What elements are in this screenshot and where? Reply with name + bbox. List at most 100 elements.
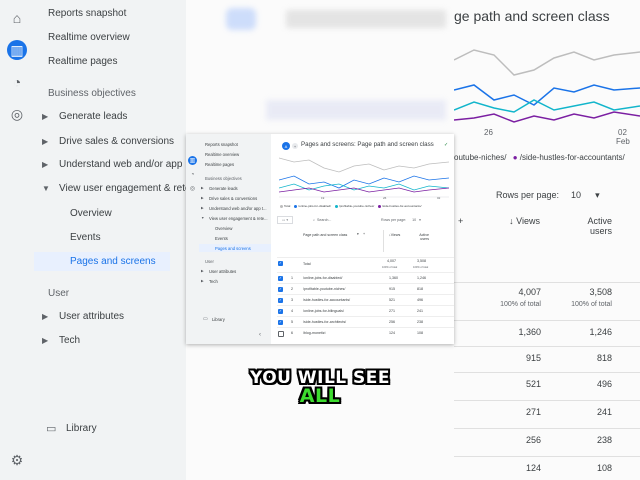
nav-item-reports-snapshot[interactable]: Reports snapshot xyxy=(48,8,126,19)
dropdown-arrow-icon: ▾ xyxy=(595,190,600,200)
nav-item-drive-sales[interactable]: Drive sales & conversions xyxy=(209,196,257,201)
table-row: 256 238 xyxy=(454,428,640,453)
chevron-down-icon: ▼ xyxy=(42,184,50,193)
search-box[interactable]: ⌕ Search... xyxy=(313,216,331,224)
home-icon[interactable]: ⌂ xyxy=(7,8,27,28)
page-title: Pages and screens: Page path and screen … xyxy=(301,141,434,148)
nav-sub-events[interactable]: Events xyxy=(70,232,101,243)
folder-icon: ▭ xyxy=(46,423,57,435)
avatar[interactable]: A xyxy=(282,142,290,150)
caption-line-2: ALL xyxy=(299,385,341,407)
nav-item-drive-sales[interactable]: Drive sales & conversions xyxy=(59,136,174,147)
background-legend: outube-niches/ ● /side-hustles-for-accou… xyxy=(454,153,625,162)
nav-item-tech[interactable]: Tech xyxy=(59,335,80,346)
background-total-row: 4,007 3,508 100% of total 100% of total xyxy=(454,282,640,317)
nav-sub-events[interactable]: Events xyxy=(215,236,228,241)
explore-icon[interactable]: ◔ xyxy=(7,72,27,92)
nav-item-realtime-pages[interactable]: Realtime pages xyxy=(205,162,234,167)
explore-icon[interactable]: ◔ xyxy=(188,170,197,179)
table-row[interactable]: 6 /blog-monetizi 124 108 xyxy=(277,327,454,339)
chevron-right-icon: ▶ xyxy=(42,137,49,146)
gear-icon[interactable]: ⚙ xyxy=(7,450,27,470)
nav-sub-pages-and-screens[interactable]: Pages and screens xyxy=(199,244,271,252)
reports-icon[interactable]: ▥ xyxy=(188,156,197,165)
analytics-window: ▥ ◔ ◎ Reports snapshot Realtime overview… xyxy=(186,134,454,344)
rows-per-page[interactable]: Rows per page: 10 ▾ xyxy=(381,216,421,224)
add-column-icon[interactable]: + xyxy=(363,232,365,236)
column-active-users[interactable]: Active users xyxy=(566,216,612,236)
axis-tick: 26 xyxy=(484,128,493,137)
nav-item-user-engagement[interactable]: View user engagement & rete... xyxy=(209,216,268,221)
nav-item-understand-traffic[interactable]: Understand web and/or app t... xyxy=(209,206,267,211)
background-line-chart xyxy=(454,49,640,123)
column-views[interactable]: ↓ Views xyxy=(500,216,540,226)
nav-section-user[interactable]: User xyxy=(48,288,69,299)
axis-tick: 02 xyxy=(437,196,441,200)
check-circle-icon: ✓ xyxy=(444,142,449,148)
row-checkbox[interactable]: ✓ xyxy=(278,276,283,281)
add-comparison-icon[interactable]: + xyxy=(292,143,298,149)
column-active-users[interactable]: Active users xyxy=(417,233,429,241)
chart-legend: Total /online-jobs-for-disabled/ /profit… xyxy=(277,204,421,208)
select-all-checkbox[interactable]: ✓ xyxy=(278,261,283,266)
table-row: 124 108 xyxy=(454,456,640,480)
collapse-chevron-icon[interactable]: ‹ xyxy=(259,332,261,338)
nav-section-business-objectives[interactable]: Business objectives xyxy=(205,176,242,181)
icon-rail: ▥ ◔ ◎ xyxy=(186,134,199,344)
column-dimension[interactable]: Page path and screen class xyxy=(303,233,347,237)
row-checkbox[interactable]: ✓ xyxy=(278,320,283,325)
table-row: 1,360 1,246 xyxy=(454,320,640,345)
sidebar: Reports snapshot Realtime overview Realt… xyxy=(199,134,271,344)
nav-item-generate-leads[interactable]: Generate leads xyxy=(209,186,238,191)
background-page-title: ge path and screen class xyxy=(454,8,610,24)
axis-tick: 19 xyxy=(321,196,325,200)
reports-icon[interactable]: ▥ xyxy=(7,40,27,60)
nav-item-realtime-overview[interactable]: Realtime overview xyxy=(48,32,130,43)
chevron-right-icon: ▶ xyxy=(42,112,49,121)
chevron-right-icon: ▶ xyxy=(42,312,49,321)
nav-item-realtime-overview[interactable]: Realtime overview xyxy=(205,152,239,157)
dropdown-arrow-icon[interactable]: ▾ xyxy=(357,232,359,236)
chevron-right-icon: ▶ xyxy=(201,279,204,283)
nav-item-user-attributes[interactable]: User attributes xyxy=(59,311,124,322)
nav-sub-overview[interactable]: Overview xyxy=(70,208,112,219)
column-views[interactable]: ↓Views xyxy=(389,233,400,237)
nav-item-tech[interactable]: Tech xyxy=(209,279,218,284)
nav-section-user[interactable]: User xyxy=(205,259,214,264)
chevron-right-icon: ▶ xyxy=(201,186,204,190)
row-checkbox[interactable]: ✓ xyxy=(278,287,283,292)
nav-item-generate-leads[interactable]: Generate leads xyxy=(59,111,127,122)
row-checkbox[interactable]: ✓ xyxy=(278,298,283,303)
line-chart xyxy=(279,157,449,198)
axis-tick: 02 xyxy=(618,128,627,137)
chevron-right-icon: ▶ xyxy=(42,160,49,169)
nav-sub-pages-and-screens[interactable]: Pages and screens xyxy=(34,252,170,271)
row-checkbox[interactable] xyxy=(278,331,284,337)
nav-sub-overview[interactable]: Overview xyxy=(215,226,232,231)
nav-item-library[interactable]: Library xyxy=(66,423,97,434)
chevron-down-icon: ▼ xyxy=(201,216,205,220)
nav-item-user-attributes[interactable]: User attributes xyxy=(209,269,236,274)
advertising-icon[interactable]: ◎ xyxy=(188,184,197,193)
nav-item-realtime-pages[interactable]: Realtime pages xyxy=(48,56,117,67)
background-icon-rail: ⌂ ▥ ◔ ◎ ⚙ xyxy=(0,0,34,480)
chevron-right-icon: ▶ xyxy=(201,269,204,273)
view-selector[interactable]: ▭ ▾ xyxy=(277,216,294,224)
chevron-right-icon: ▶ xyxy=(201,206,204,210)
background-rows-per-page[interactable]: Rows per page: 10 ▾ xyxy=(496,190,600,201)
background-sidebar: Reports snapshot Realtime overview Realt… xyxy=(34,0,191,480)
nav-item-understand-traffic[interactable]: Understand web and/or app xyxy=(59,159,182,170)
chevron-right-icon: ▶ xyxy=(201,196,204,200)
nav-item-reports-snapshot[interactable]: Reports snapshot xyxy=(205,142,238,147)
nav-section-business-objectives[interactable]: Business objectives xyxy=(48,88,136,99)
dropdown-arrow-icon: ▾ xyxy=(419,218,421,222)
total-row: ✓ Total 4,007 3,508 100% of total 100% o… xyxy=(277,257,454,273)
axis-subtick: Feb xyxy=(616,137,630,146)
nav-item-user-engagement[interactable]: View user engagement & rete xyxy=(59,183,191,194)
nav-item-library[interactable]: Library xyxy=(212,317,225,322)
chevron-right-icon: ▶ xyxy=(42,336,49,345)
advertising-icon[interactable]: ◎ xyxy=(7,104,27,124)
add-column-icon[interactable]: + xyxy=(458,216,463,226)
folder-icon: ▭ xyxy=(203,316,208,322)
row-checkbox[interactable]: ✓ xyxy=(278,309,283,314)
